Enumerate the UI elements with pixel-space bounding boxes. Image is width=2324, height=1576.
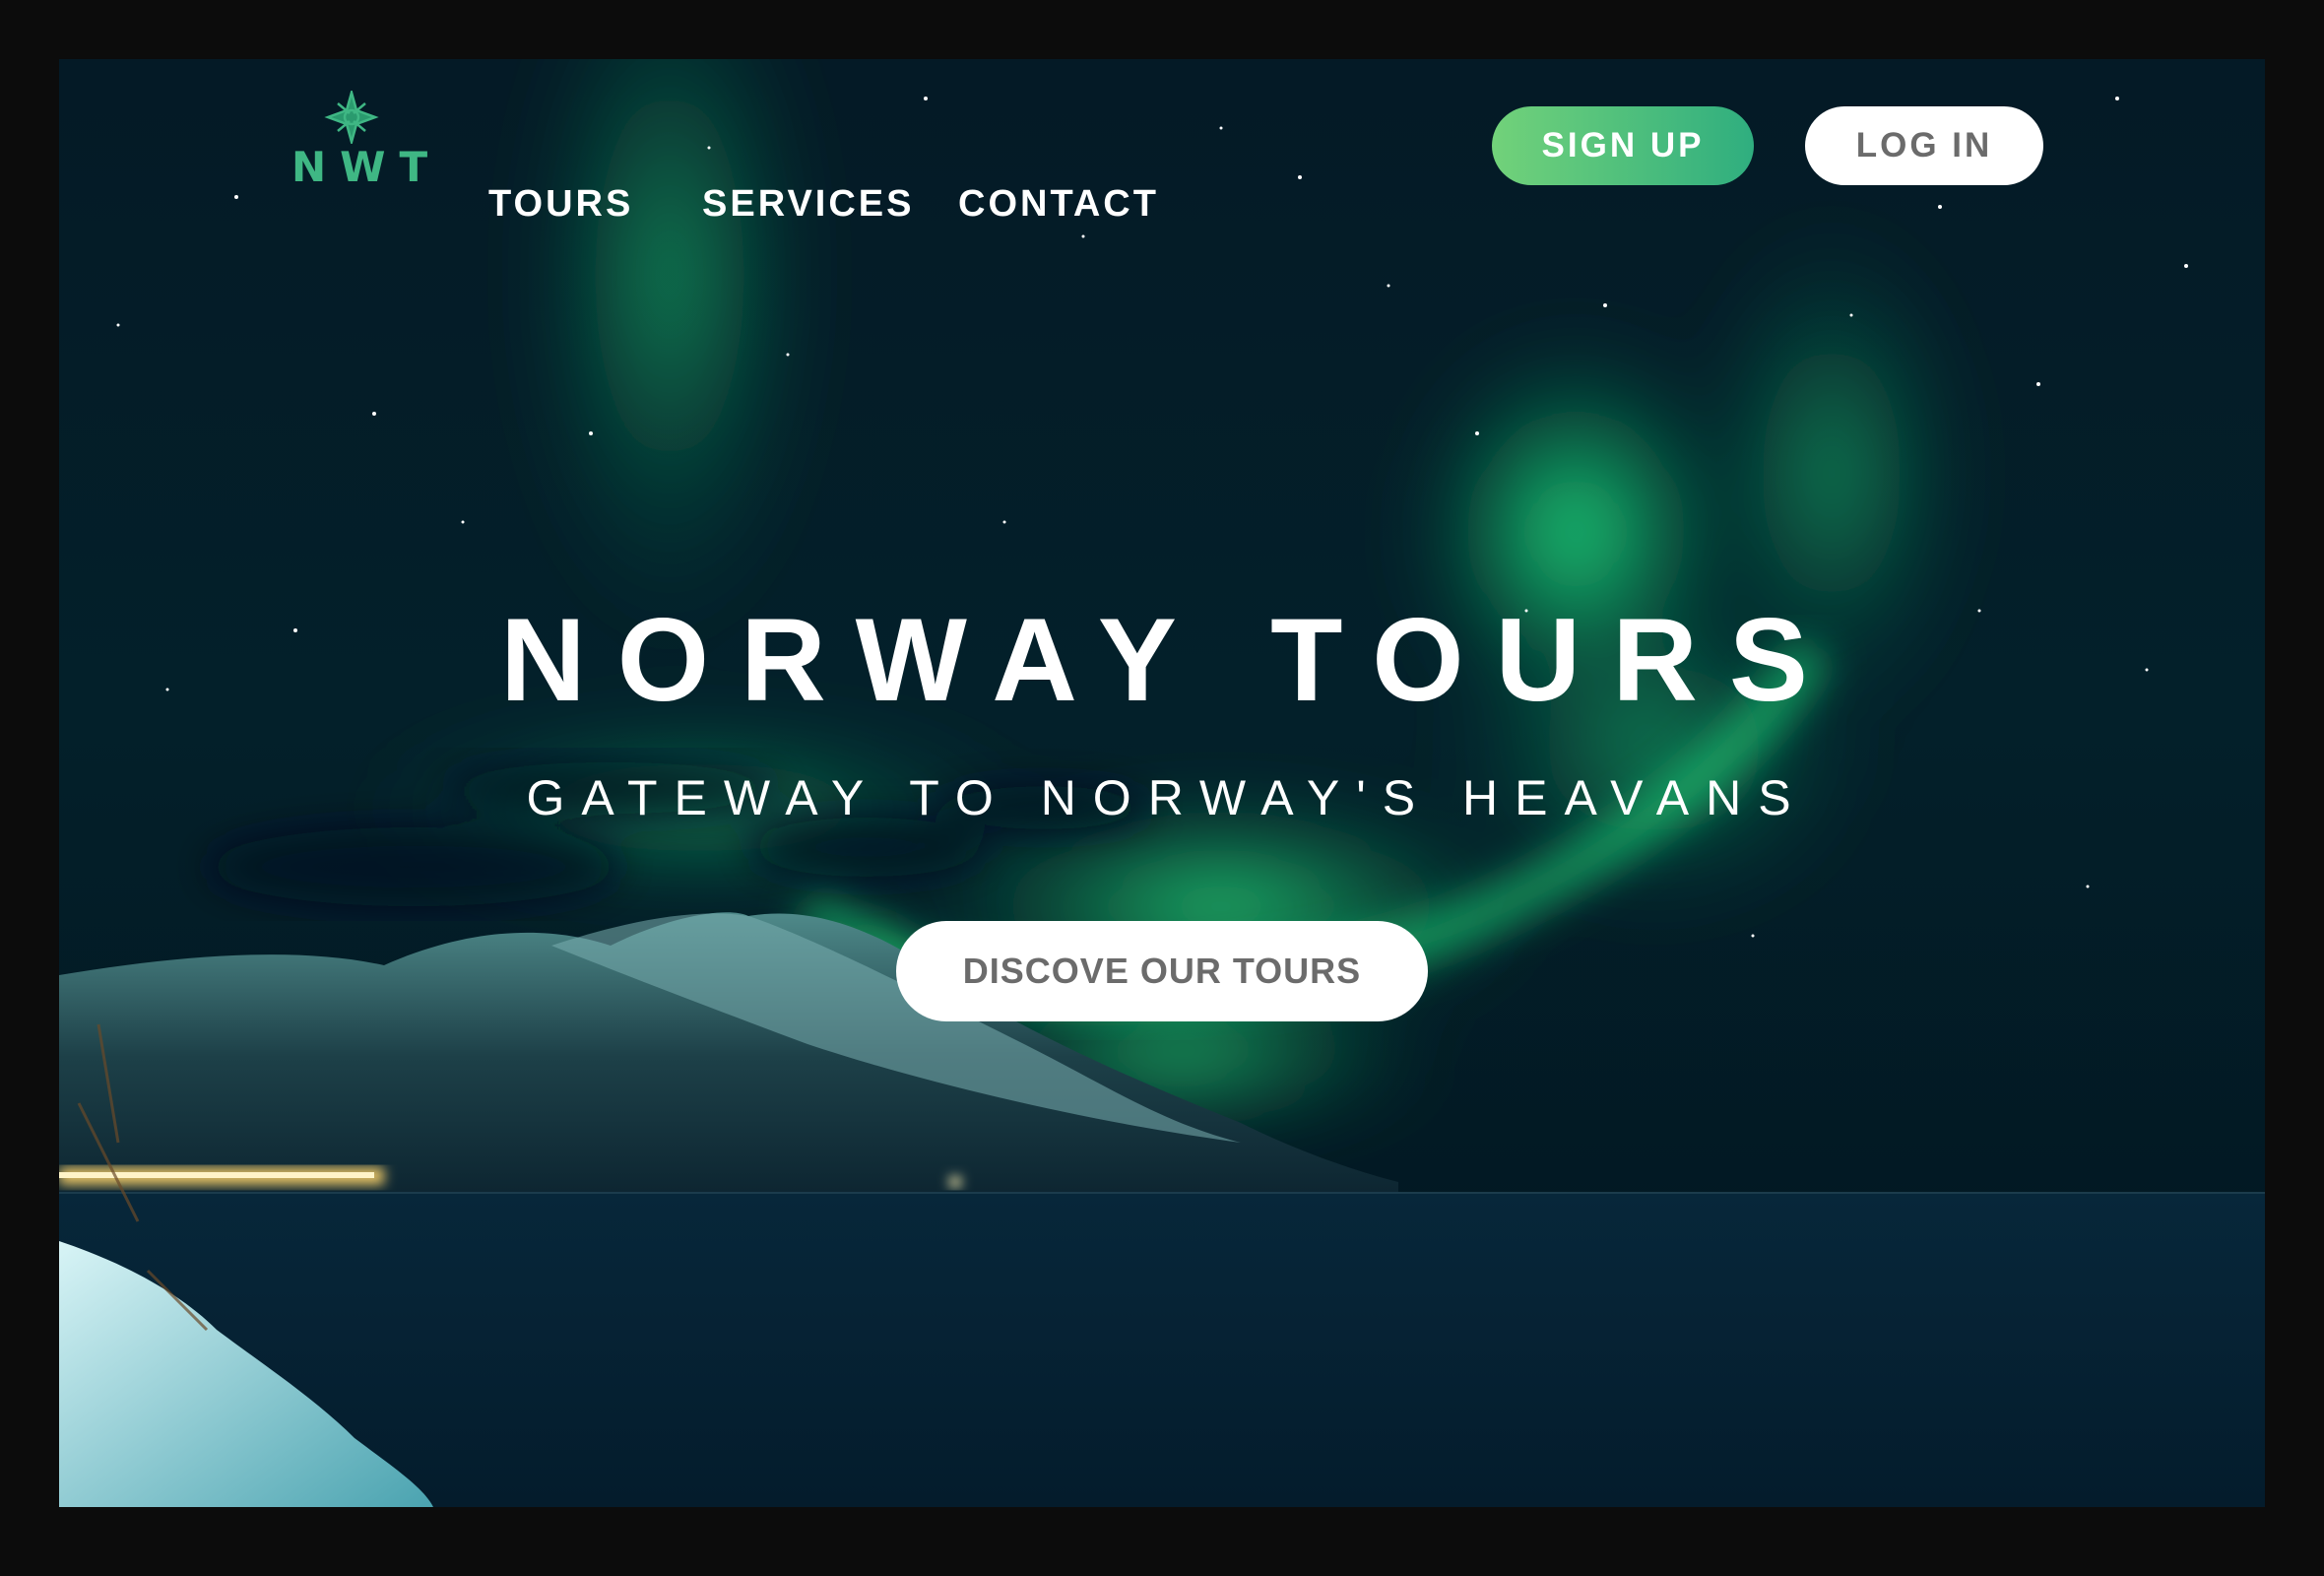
brand-logo[interactable]: NWT [278,91,442,191]
hero-subtitle: GATEWAY TO NORWAY'S HEAVANS [526,770,1808,825]
compass-star-icon [324,91,379,144]
hero-title: NORWAY TOURS [500,594,1840,726]
nav-link-contact[interactable]: CONTACT [958,179,1159,229]
brand-logo-text: NWT [291,143,442,191]
hero-section: NWT TOURS SERVICES CONTACT SIGN UP LOG I… [59,59,2265,1507]
sign-up-button[interactable]: SIGN UP [1492,106,1754,185]
nav-link-tours[interactable]: TOURS [488,179,633,229]
log-in-button[interactable]: LOG IN [1805,106,2043,185]
nav-link-services[interactable]: SERVICES [702,179,914,229]
discover-tours-button[interactable]: DISCOVE OUR TOURS [896,921,1428,1021]
